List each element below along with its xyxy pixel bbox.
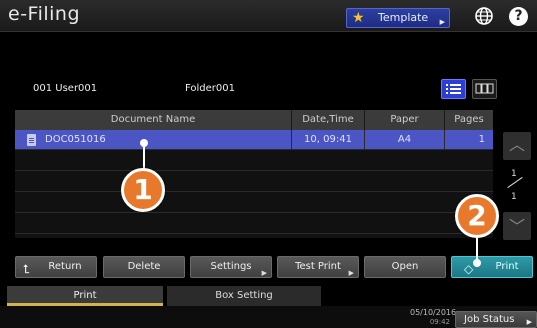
- list-view-button[interactable]: [441, 79, 466, 99]
- open-button[interactable]: Open: [364, 256, 446, 278]
- callout-2-line: [476, 238, 478, 260]
- callout-1-badge: 1: [121, 168, 165, 212]
- delete-button[interactable]: Delete: [103, 256, 185, 278]
- current-time: 09:42: [429, 318, 450, 326]
- column-header-document-name: Document Name: [15, 110, 292, 130]
- caret-icon: ▶: [439, 18, 445, 26]
- test-print-label: Test Print: [295, 261, 341, 272]
- job-status-button[interactable]: Job Status ▶: [455, 311, 537, 328]
- table-row-empty: [15, 193, 493, 213]
- settings-button[interactable]: Settings ▶: [190, 256, 272, 278]
- template-label: Template: [378, 11, 429, 24]
- settings-label: Settings: [210, 261, 252, 272]
- table-header: Document Name Date,Time Paper Pages: [15, 110, 493, 130]
- document-paper: A4: [365, 130, 445, 150]
- tab-box-setting[interactable]: Box Setting: [167, 286, 321, 306]
- action-bar: ⮤ Return Delete Settings ▶ Test Print ▶ …: [15, 256, 537, 280]
- status-footer: 05/10/2016 09:42 Job Status ▶: [0, 306, 537, 328]
- tab-print[interactable]: Print: [7, 286, 163, 306]
- info-bar: 001 User001 Folder001: [15, 79, 497, 100]
- delete-label: Delete: [127, 261, 161, 272]
- table-row[interactable]: DOC051016 10, 09:41 A4 1: [15, 130, 493, 150]
- table-row-empty: [15, 214, 493, 234]
- callout-2-badge: 2: [455, 194, 499, 238]
- template-button[interactable]: ★ Template ▶: [346, 8, 450, 28]
- return-button[interactable]: ⮤ Return: [15, 256, 97, 278]
- document-table: Document Name Date,Time Paper Pages DOC0…: [15, 110, 493, 238]
- column-header-date-time: Date,Time: [292, 110, 365, 130]
- app-title: e-Filing: [8, 3, 81, 25]
- test-print-button[interactable]: Test Print ▶: [277, 256, 359, 278]
- current-date: 05/10/2016: [410, 308, 457, 317]
- print-icon: ◇: [464, 262, 474, 276]
- scroll-down-button[interactable]: ﹀: [503, 212, 531, 240]
- column-header-paper: Paper: [365, 110, 445, 130]
- pager: ︿ 1 1 ﹀: [497, 110, 537, 240]
- job-status-label: Job Status: [464, 314, 515, 325]
- user-label: 001 User001: [33, 83, 98, 94]
- page-current: 1: [511, 169, 517, 179]
- title-bar: e-Filing ★ Template ▶ ?: [0, 0, 537, 32]
- globe-icon[interactable]: [474, 6, 494, 26]
- caret-icon: ▶: [261, 269, 267, 277]
- tab-bar: Print Box Setting: [0, 286, 537, 306]
- page-total: 1: [511, 192, 517, 202]
- star-icon: ★: [352, 10, 365, 26]
- document-name: DOC051016: [45, 130, 292, 150]
- document-pages: 1: [478, 134, 485, 145]
- return-arrow-icon: ⮤: [23, 262, 31, 276]
- return-label: Return: [48, 261, 82, 272]
- scroll-up-button[interactable]: ︿: [503, 132, 531, 160]
- open-label: Open: [391, 261, 419, 272]
- callout-1-line: [143, 143, 145, 169]
- document-date-time: 10, 09:41: [292, 130, 365, 150]
- thumbnail-view-icon: [475, 83, 494, 94]
- table-row-empty: [15, 172, 493, 192]
- table-row-empty: [15, 151, 493, 171]
- caret-icon: ▶: [348, 269, 354, 277]
- list-view-icon: [446, 84, 461, 94]
- caret-icon: ▶: [526, 318, 532, 326]
- chevron-up-icon: ︿: [508, 135, 525, 154]
- document-icon: [27, 134, 36, 146]
- folder-label: Folder001: [185, 83, 235, 94]
- thumbnail-view-button[interactable]: [472, 79, 497, 99]
- help-icon[interactable]: ?: [509, 7, 528, 26]
- print-button[interactable]: ◇ Print: [451, 256, 533, 278]
- column-header-pages: Pages: [454, 114, 484, 125]
- callout-2-pointer: [473, 259, 481, 267]
- chevron-down-icon: ﹀: [508, 217, 525, 236]
